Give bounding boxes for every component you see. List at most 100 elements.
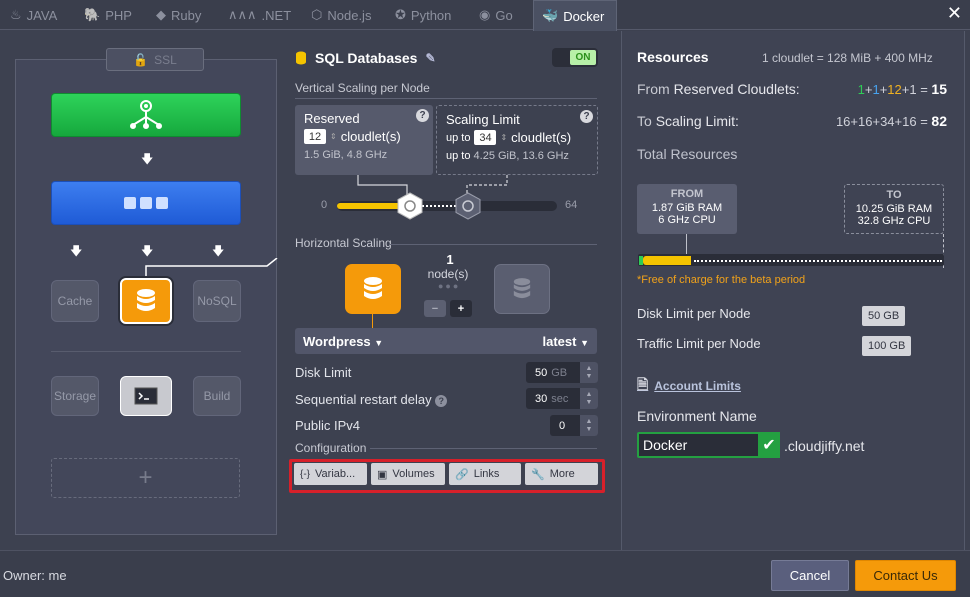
stepper-icon[interactable]: ▲ ▼ — [580, 388, 598, 409]
environment-name-label: Environment Name — [637, 408, 757, 424]
from-connector — [686, 234, 687, 256]
database-icon — [364, 277, 382, 299]
scaling-limit-title: Scaling Limit — [446, 112, 520, 127]
edit-pencil-icon[interactable]: ✎ — [425, 51, 435, 65]
docker-icon: 🐳 — [542, 8, 559, 23]
vds-node[interactable] — [120, 376, 172, 416]
volumes-icon: ▣ — [377, 468, 388, 481]
bar-reserved-fill — [643, 256, 691, 265]
java-icon: ♨ — [10, 7, 22, 22]
tab-go[interactable]: ◉ Go — [471, 0, 521, 30]
scaling-limit-box: Scaling Limit up to 34 ⇕ cloudlet(s) up … — [436, 105, 598, 175]
database-icon — [513, 278, 531, 299]
resources-title: Resources — [637, 49, 709, 65]
links-button[interactable]: 🔗 Links — [449, 463, 521, 485]
disk-limit-node-label: Disk Limit per Node — [637, 306, 751, 321]
image-selector[interactable]: Wordpress ▼ latest ▼ — [295, 328, 597, 354]
ghost-node[interactable] — [494, 264, 550, 314]
to-tag: TO 10.25 GiB RAM 32.8 GHz CPU — [844, 184, 944, 234]
storage-node[interactable]: Storage — [51, 376, 99, 416]
horizontal-scaling-label: Horizontal Scaling — [295, 236, 392, 250]
arrow-down-icon: 🡇 — [212, 244, 225, 258]
image-dropdown[interactable]: Wordpress ▼ — [303, 334, 383, 349]
public-ipv4-label: Public IPv4 — [295, 418, 361, 433]
scaling-limit-resources: 4.25 GiB, 13.6 GHz — [473, 150, 569, 162]
tab-nodejs[interactable]: ⬡ Node.js — [303, 0, 379, 30]
configuration-label: Configuration — [295, 441, 367, 455]
environment-domain: .cloudjiffy.net — [784, 438, 865, 454]
build-node[interactable]: Build — [193, 376, 241, 416]
stepper-icon[interactable]: ⇕ — [330, 132, 337, 141]
arrow-down-icon: 🡇 — [70, 244, 83, 258]
node-unit: node(s) — [427, 267, 469, 281]
help-icon[interactable]: ? — [580, 110, 593, 123]
arrow-down-icon: 🡇 — [141, 152, 154, 166]
more-button[interactable]: 🔧 More — [525, 463, 598, 485]
contact-us-button[interactable]: Contact Us — [855, 560, 956, 591]
disk-limit-input[interactable]: 50 GB ▲ ▼ — [526, 362, 598, 383]
resources-panel: Resources 1 cloudlet = 128 MiB + 400 MHz… — [621, 31, 965, 550]
divider — [370, 448, 597, 449]
from-tag: FROM 1.87 GiB RAM 6 GHz CPU — [637, 184, 737, 234]
sql-database-node[interactable] — [120, 278, 172, 324]
restart-delay-input[interactable]: 30 sec ▲ ▼ — [526, 388, 598, 409]
volumes-button[interactable]: ▣ Volumes — [371, 463, 445, 485]
stepper-icon[interactable]: ⇕ — [500, 133, 507, 142]
limit-slider-handle[interactable] — [454, 192, 482, 220]
disk-limit-node-value: 50 GB — [862, 306, 906, 326]
tab-java[interactable]: ♨ JAVA — [2, 0, 65, 30]
stepper-icon[interactable]: ▲ ▼ — [580, 415, 598, 436]
help-icon[interactable]: ? — [416, 109, 429, 122]
cache-node[interactable]: Cache — [51, 280, 99, 322]
traffic-limit-node-value: 100 GB — [862, 336, 912, 356]
balancer-icon — [130, 100, 162, 129]
node-title: SQL Databases ✎ — [295, 50, 436, 66]
tab-ruby[interactable]: ◆ Ruby — [148, 0, 209, 30]
add-node-button[interactable]: + — [51, 458, 240, 498]
document-icon: 🗎 — [637, 376, 649, 392]
terminal-icon — [134, 387, 158, 405]
lock-icon: 🔓 — [133, 52, 149, 67]
remove-node-button[interactable]: − — [424, 300, 446, 317]
divider — [51, 351, 241, 352]
arrow-down-icon: 🡇 — [141, 244, 154, 258]
balancer-node[interactable] — [51, 93, 241, 137]
db-node-instance[interactable] — [345, 264, 401, 314]
tab-php[interactable]: 🐘 PHP — [76, 0, 140, 30]
tab-dotnet[interactable]: ∧∧∧ .NET — [220, 0, 299, 30]
reserved-slider-handle[interactable] — [396, 192, 424, 220]
slider-connectors — [357, 175, 508, 197]
variables-icon: {-} — [300, 468, 311, 480]
tag-dropdown[interactable]: latest ▼ — [542, 334, 589, 349]
add-node-button[interactable]: + — [450, 300, 472, 317]
go-icon: ◉ — [479, 7, 491, 22]
tab-bar: ♨ JAVA 🐘 PHP ◆ Ruby ∧∧∧ .NET ⬡ Node.js ✪ Pytho… — [0, 0, 970, 31]
variables-button[interactable]: {-} Variab... — [294, 463, 367, 485]
to-limit-label: To Scaling Limit: — [637, 113, 739, 129]
cloudlet-definition: 1 cloudlet = 128 MiB + 400 MHz — [762, 51, 933, 65]
public-ipv4-input[interactable]: 0 ▲ ▼ — [550, 415, 598, 436]
ssl-button[interactable]: 🔓 SSL — [106, 48, 204, 71]
chevron-down-icon: ▼ — [374, 337, 384, 348]
stepper-icon[interactable]: ▲ ▼ — [580, 362, 598, 383]
app-server-node[interactable] — [51, 181, 241, 225]
footer: Owner: me Cancel Contact Us — [0, 550, 970, 597]
node-toggle[interactable]: ON — [552, 48, 598, 67]
link-icon: 🔗 — [455, 468, 469, 481]
app-server-icon — [124, 197, 168, 209]
cancel-button[interactable]: Cancel — [771, 560, 849, 591]
close-icon[interactable]: ✕ — [947, 3, 962, 24]
help-icon[interactable]: ? — [435, 395, 448, 407]
to-limit-sum: 16+16+34+16 = 82 — [835, 113, 947, 129]
reserved-resources: 1.5 GiB, 4.8 GHz — [304, 149, 388, 161]
nosql-node[interactable]: NoSQL — [193, 280, 241, 322]
tab-python[interactable]: ✪ Python — [387, 0, 459, 30]
bar-limit-range — [694, 260, 942, 262]
reserved-cloudlets-input[interactable]: 12 — [304, 129, 326, 144]
wrench-icon: 🔧 — [531, 468, 545, 481]
tab-docker[interactable]: 🐳 Docker — [533, 0, 617, 31]
scaling-limit-input[interactable]: 34 — [474, 130, 497, 145]
chevron-down-icon: ▼ — [580, 337, 589, 348]
database-icon — [137, 289, 155, 311]
account-limits-link[interactable]: 🗎 Account Limits — [637, 374, 741, 398]
